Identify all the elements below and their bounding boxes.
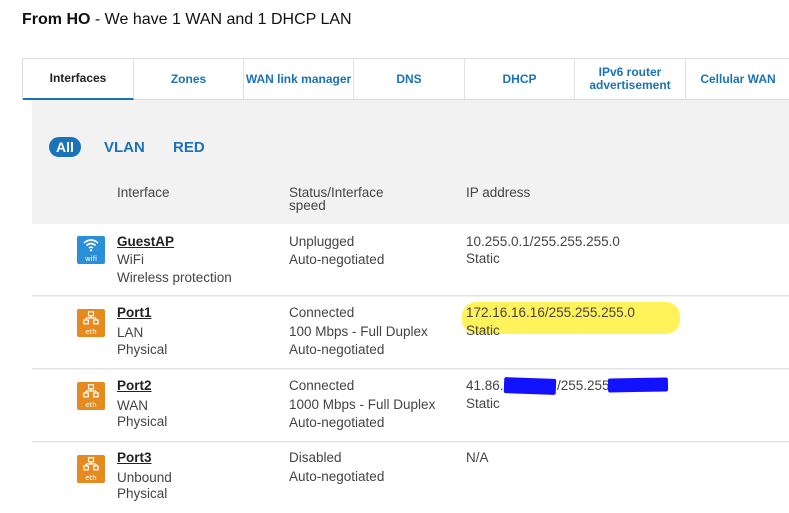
- tab-dhcp[interactable]: DHCP: [465, 59, 575, 99]
- interface-name-link[interactable]: Port3: [117, 449, 152, 467]
- ip-address-part1: 41.86.: [466, 378, 504, 393]
- page-heading: From HO - We have 1 WAN and 1 DHCP LAN: [22, 11, 352, 29]
- wifi-icon: wifi: [77, 236, 105, 264]
- network-icon: eth: [77, 382, 105, 410]
- column-header-status[interactable]: Status/Interface speed: [289, 186, 419, 213]
- redaction-mark: [503, 377, 557, 395]
- icon-label: eth: [85, 401, 97, 409]
- ip-address: N/A: [466, 450, 489, 465]
- speed-text: Auto-negotiated: [289, 469, 385, 484]
- status-text: Connected: [289, 305, 355, 320]
- status-text: Unplugged: [289, 234, 355, 249]
- speed-text: Auto-negotiated: [289, 252, 385, 267]
- interface-kind: Wireless protection: [117, 270, 232, 285]
- column-header-ip[interactable]: IP address: [466, 186, 530, 200]
- network-icon: eth: [77, 455, 105, 483]
- speed-text: 100 Mbps - Full Duplex: [289, 324, 428, 339]
- interface-name-link[interactable]: Port2: [117, 377, 152, 395]
- tab-bar: Interfaces Zones WAN link manager DNS DH…: [22, 58, 789, 100]
- tab-ipv6-router-advertisement[interactable]: IPv6 router advertisement: [575, 59, 686, 99]
- table-row: wifi GuestAP WiFi Wireless protection Un…: [32, 224, 789, 296]
- icon-label: eth: [85, 328, 97, 336]
- icon-label: wifi: [84, 255, 98, 263]
- ip-mode: Static: [466, 396, 500, 411]
- tab-cellular-wan[interactable]: Cellular WAN: [686, 59, 789, 99]
- column-header-interface[interactable]: Interface: [117, 186, 170, 200]
- redaction-mark: [607, 377, 669, 393]
- interface-type: WiFi: [117, 252, 144, 267]
- ip-mode: Static: [466, 251, 500, 266]
- status-text: Connected: [289, 378, 355, 393]
- tab-zones[interactable]: Zones: [134, 59, 244, 99]
- ip-address: 172.16.16.16/255.255.255.0: [466, 305, 635, 320]
- table-row: eth Port2 WAN Physical Connected 1000 Mb…: [32, 370, 789, 442]
- status-text: Disabled: [289, 450, 342, 465]
- speed-text: 1000 Mbps - Full Duplex: [289, 397, 436, 412]
- interface-name-link[interactable]: Port1: [117, 304, 152, 322]
- negotiation-text: Auto-negotiated: [289, 415, 385, 430]
- table-row: eth Port3 Unbound Physical Disabled Auto…: [32, 443, 789, 513]
- tab-interfaces[interactable]: Interfaces: [23, 59, 134, 100]
- network-icon: eth: [77, 309, 105, 337]
- heading-text: - We have 1 WAN and 1 DHCP LAN: [90, 11, 352, 28]
- interface-kind: Physical: [117, 414, 168, 429]
- filter-vlan-link[interactable]: VLAN: [104, 139, 145, 156]
- icon-label: eth: [85, 474, 97, 482]
- tab-wan-link-manager[interactable]: WAN link manager: [244, 59, 354, 99]
- interface-kind: Physical: [117, 486, 168, 501]
- interface-name-link[interactable]: GuestAP: [117, 233, 174, 251]
- ip-mode: Static: [466, 323, 500, 338]
- filter-red-link[interactable]: RED: [173, 139, 205, 156]
- negotiation-text: Auto-negotiated: [289, 342, 385, 357]
- tab-dns[interactable]: DNS: [354, 59, 465, 99]
- interface-kind: Physical: [117, 342, 168, 357]
- ip-address: 10.255.0.1/255.255.255.0: [466, 234, 620, 249]
- ip-address-part2: /255.255: [557, 378, 610, 393]
- filter-all-button[interactable]: All: [49, 137, 81, 157]
- heading-bold: From HO: [22, 11, 91, 28]
- interface-type: LAN: [117, 325, 144, 340]
